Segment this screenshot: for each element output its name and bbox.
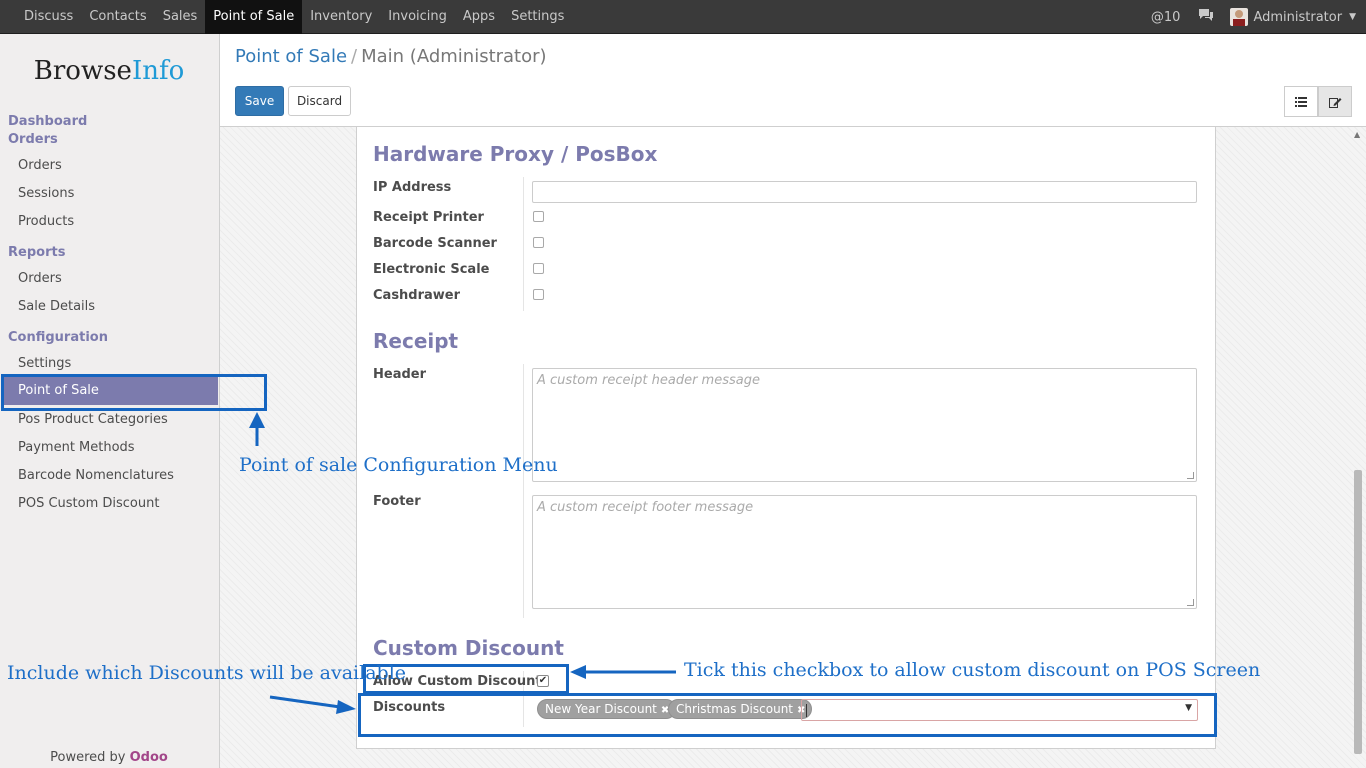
caret-down-icon: ▼ [1349, 12, 1356, 22]
save-button[interactable]: Save [235, 86, 284, 116]
discard-button[interactable]: Discard [288, 86, 351, 116]
header-label: Header [373, 367, 427, 382]
header-textarea[interactable]: A custom receipt header message [532, 368, 1197, 482]
ip-address-label: IP Address [373, 180, 452, 195]
menu-invoicing[interactable]: Invoicing [380, 0, 455, 34]
section-title-hardware: Hardware Proxy / PosBox [373, 142, 658, 166]
menu-settings[interactable]: Settings [503, 0, 572, 34]
section-title-custom-discount: Custom Discount [373, 636, 564, 660]
menu-apps[interactable]: Apps [455, 0, 503, 34]
sidebar-item-sessions[interactable]: Sessions [18, 186, 74, 201]
receipt-printer-label: Receipt Printer [373, 210, 484, 225]
mentions-button[interactable]: @10 [1151, 10, 1181, 25]
sidebar-item-payment-methods[interactable]: Payment Methods [18, 440, 135, 455]
app-menu: Discuss Contacts Sales Point of Sale Inv… [16, 0, 572, 34]
highlight-box-menu [1, 374, 267, 411]
receipt-printer-checkbox[interactable] [533, 211, 544, 222]
section-title-receipt: Receipt [373, 329, 459, 353]
sidebar-item-orders[interactable]: Orders [18, 158, 62, 173]
scroll-up-icon[interactable]: ▲ [1354, 130, 1360, 139]
footer-textarea[interactable]: A custom receipt footer message [532, 495, 1197, 609]
barcode-scanner-checkbox[interactable] [533, 237, 544, 248]
sidebar-item-settings[interactable]: Settings [18, 356, 71, 371]
chat-icon[interactable] [1198, 8, 1214, 26]
at-icon: @ [1150, 9, 1164, 25]
breadcrumb-separator: / [351, 46, 358, 67]
annotation-menu: Point of sale Configuration Menu [239, 454, 558, 476]
highlight-box-discounts [358, 693, 1217, 737]
breadcrumb-root[interactable]: Point of Sale [235, 46, 347, 67]
sidebar-section-reports[interactable]: Reports [8, 245, 65, 260]
sidebar-section-dashboard[interactable]: Dashboard [8, 114, 87, 129]
cashdrawer-checkbox[interactable] [533, 289, 544, 300]
scrollbar[interactable]: ▲ [1354, 130, 1362, 760]
mentions-count: 10 [1163, 9, 1181, 25]
form-sheet: Hardware Proxy / PosBox IP Address Recei… [356, 127, 1216, 749]
barcode-scanner-label: Barcode Scanner [373, 236, 497, 251]
annotation-discounts: Include which Discounts will be availabl… [7, 662, 407, 684]
electronic-scale-checkbox[interactable] [533, 263, 544, 274]
control-panel: Point of Sale / Main (Administrator) Save … [220, 34, 1366, 127]
electronic-scale-label: Electronic Scale [373, 262, 490, 277]
breadcrumb: Point of Sale / Main (Administrator) [235, 46, 547, 67]
user-menu[interactable]: Administrator [1253, 10, 1342, 25]
sidebar-section-orders[interactable]: Orders [8, 132, 58, 147]
list-view-icon[interactable] [1284, 86, 1318, 117]
sidebar-item-report-orders[interactable]: Orders [18, 271, 62, 286]
footer-label: Footer [373, 494, 421, 509]
sidebar-section-configuration[interactable]: Configuration [8, 330, 108, 345]
sidebar-item-barcode-nomenclatures[interactable]: Barcode Nomenclatures [18, 468, 174, 483]
systray: @10 Administrator ▼ [1151, 0, 1356, 34]
form-view-icon[interactable] [1318, 86, 1352, 117]
annotation-checkbox: Tick this checkbox to allow custom disco… [684, 659, 1261, 681]
odoo-link[interactable]: Odoo [130, 750, 168, 765]
sidebar-item-sale-details[interactable]: Sale Details [18, 299, 95, 314]
company-logo: BrowseInfo [33, 56, 185, 86]
sidebar-item-pos-product-categories[interactable]: Pos Product Categories [18, 412, 168, 427]
powered-by: Powered by Odoo [50, 750, 168, 765]
ip-address-input[interactable] [532, 181, 1197, 203]
cashdrawer-label: Cashdrawer [373, 288, 461, 303]
menu-point-of-sale[interactable]: Point of Sale [205, 0, 303, 34]
menu-contacts[interactable]: Contacts [81, 0, 154, 34]
menu-sales[interactable]: Sales [155, 0, 206, 34]
sidebar-item-pos-custom-discount[interactable]: POS Custom Discount [18, 496, 159, 511]
avatar[interactable] [1230, 8, 1249, 26]
sidebar-item-products[interactable]: Products [18, 214, 74, 229]
menu-inventory[interactable]: Inventory [302, 0, 380, 34]
top-navbar: Discuss Contacts Sales Point of Sale Inv… [0, 0, 1366, 34]
view-switcher [1284, 86, 1352, 117]
breadcrumb-current: Main (Administrator) [361, 46, 547, 67]
menu-discuss[interactable]: Discuss [16, 0, 81, 34]
